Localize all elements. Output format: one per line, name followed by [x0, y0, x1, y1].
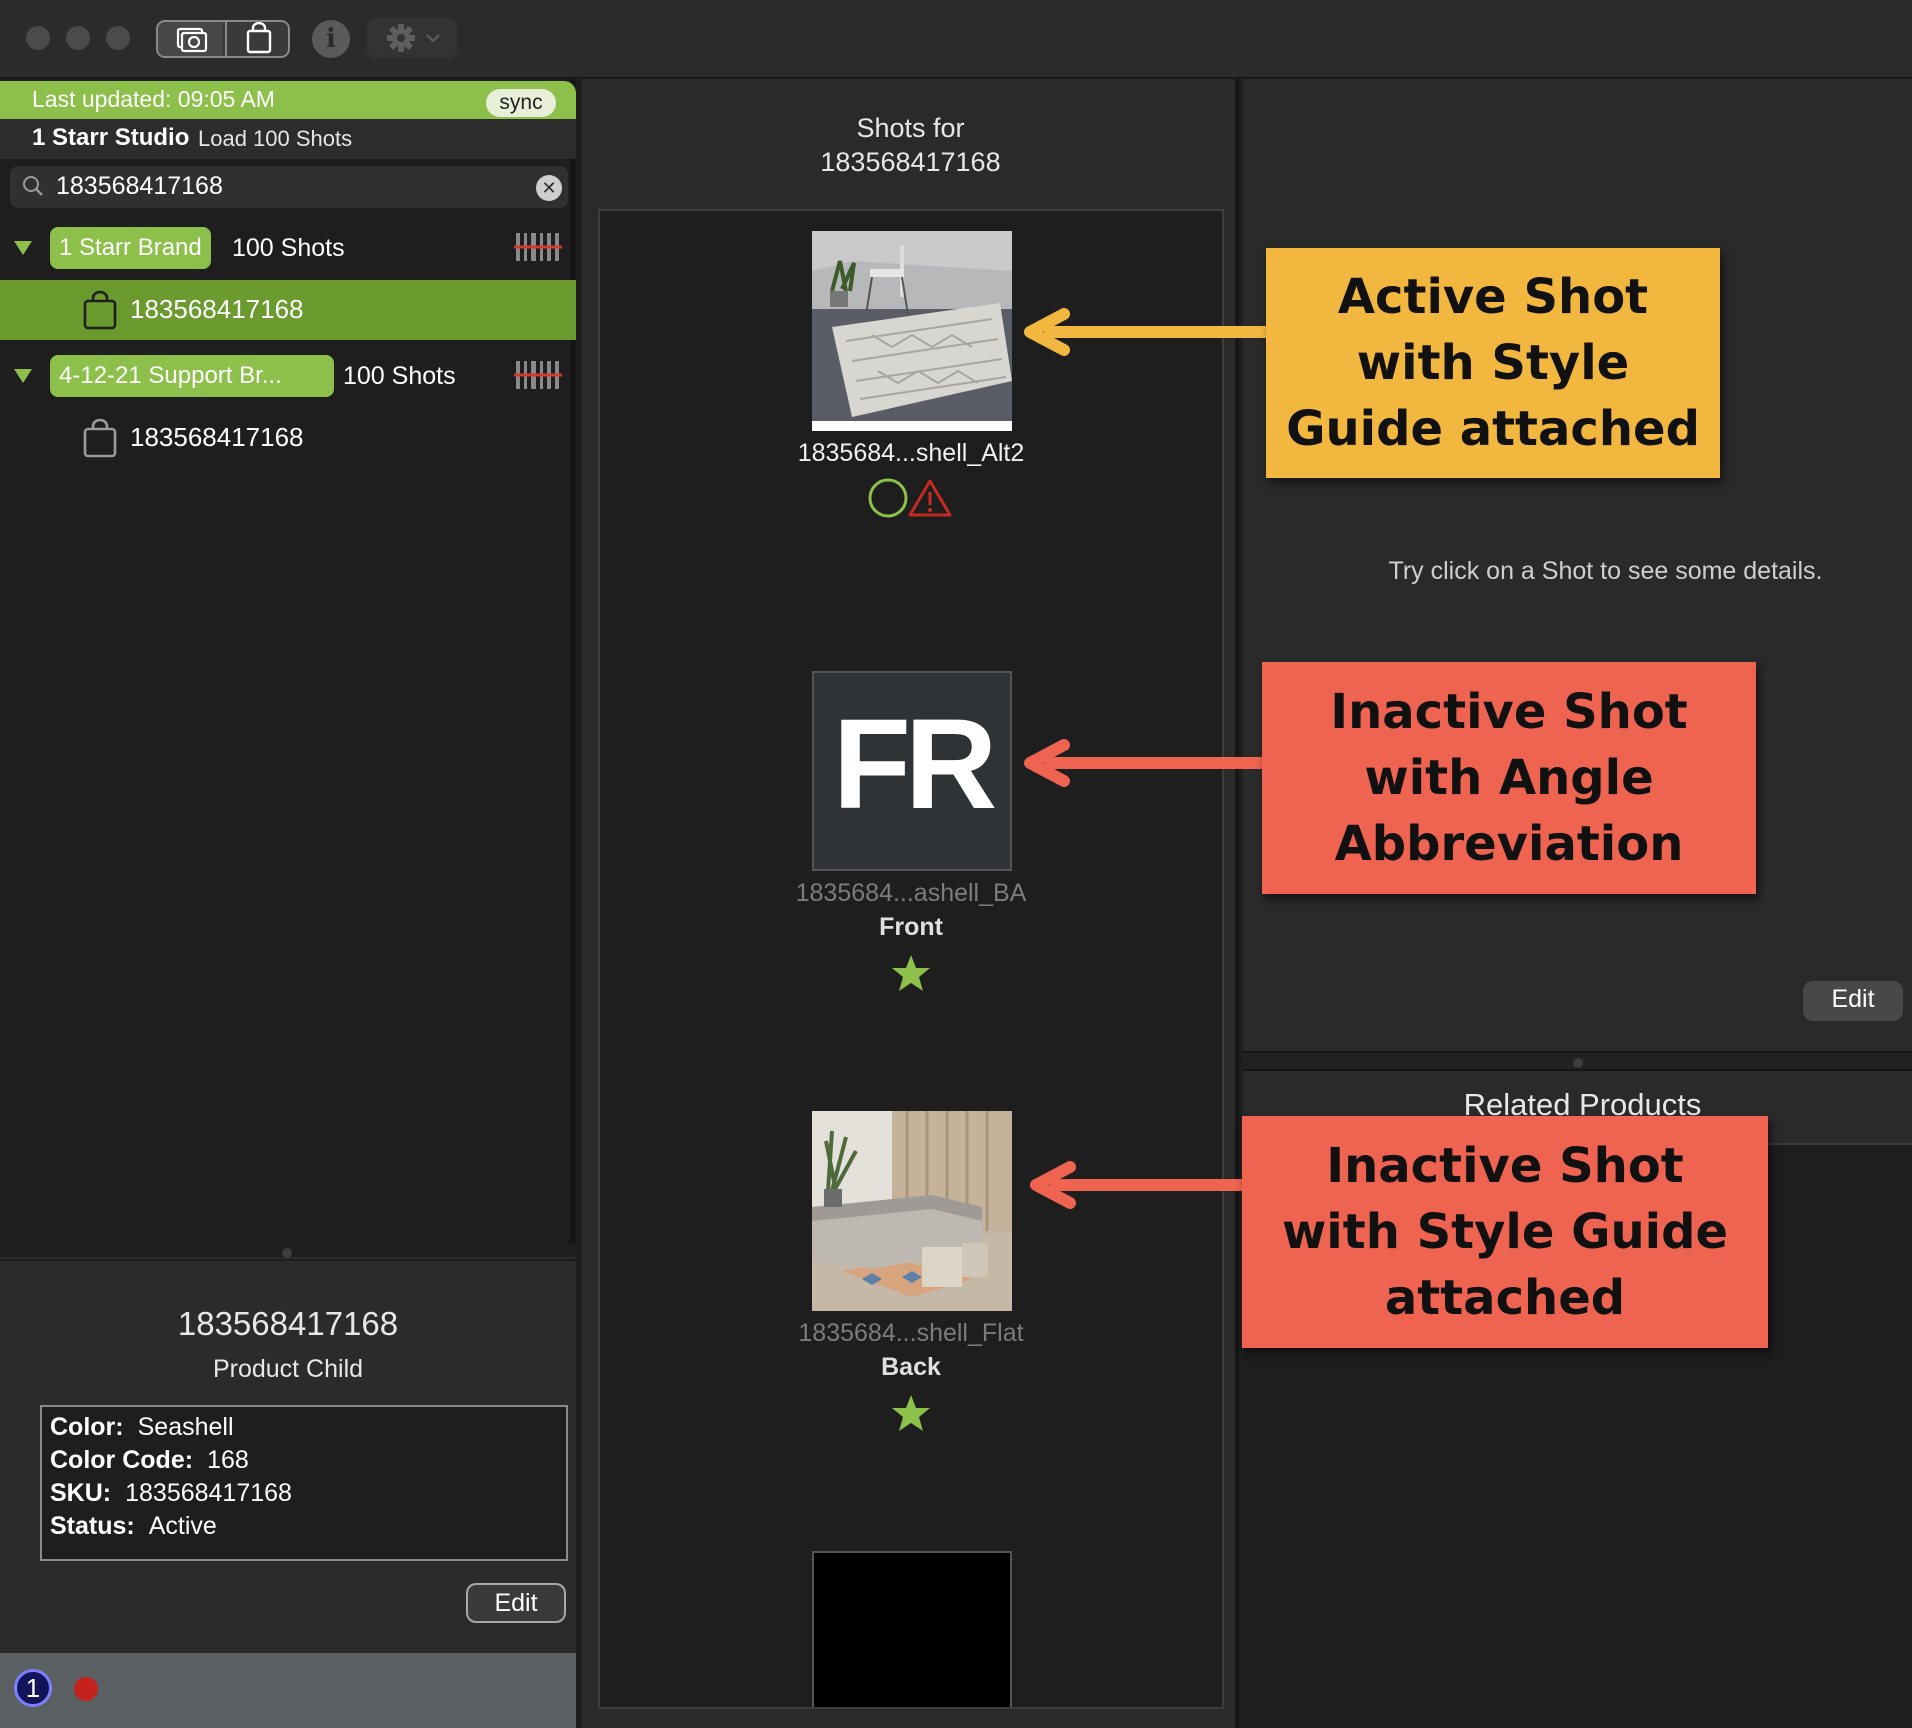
callout-inactive-style: Inactive Shot with Style Guide attached — [1242, 1116, 1768, 1348]
recording-indicator-icon — [74, 1677, 98, 1701]
property-row: Status: Active — [50, 1512, 217, 1540]
shot-thumbnail-sofa[interactable] — [812, 1111, 1012, 1311]
brand-shot-count: 100 Shots — [343, 362, 456, 390]
callout-line: Guide attached — [1286, 401, 1700, 457]
property-row: SKU: 183568417168 — [50, 1479, 292, 1507]
shot-details-hint: Try click on a Shot to see some details. — [1388, 557, 1823, 585]
shot-status-icons — [868, 478, 952, 518]
search-input[interactable]: 183568417168 — [56, 172, 223, 201]
zoom-window-button[interactable] — [106, 26, 130, 50]
product-detail-title: 183568417168 — [177, 1305, 399, 1342]
star-icon — [892, 1395, 930, 1431]
callout-line: Abbreviation — [1334, 816, 1684, 872]
rug-photo — [812, 231, 1012, 431]
status-bar: 1 — [0, 1653, 576, 1728]
product-child-row[interactable]: 183568417168 — [0, 408, 576, 468]
callout-line: Active Shot — [1337, 269, 1649, 325]
warning-icon — [908, 479, 952, 517]
brand-name: 4-12-21 Support Br... — [50, 355, 334, 397]
brand-shot-count: 100 Shots — [232, 234, 345, 262]
studio-row: 1 Starr Studio Load 100 Shots — [0, 119, 576, 159]
shot-thumbnail-empty[interactable] — [812, 1551, 1012, 1707]
sync-button[interactable]: sync — [486, 89, 556, 117]
shots-grid: 1835684...shell_Alt2 FR 1835684...ashell… — [598, 209, 1224, 1709]
gear-icon — [387, 24, 415, 52]
settings-menu-button[interactable] — [367, 18, 457, 58]
product-child-label: 183568417168 — [130, 422, 304, 452]
search-field[interactable]: 183568417168 ✕ — [10, 166, 568, 208]
sidebar: Last updated: 09:05 AM sync 1 Starr Stud… — [0, 79, 576, 1728]
callout-line: with Style — [1356, 335, 1630, 391]
products-view-button[interactable] — [225, 22, 288, 56]
star-icon — [892, 955, 930, 991]
search-icon — [23, 176, 43, 196]
brand-row[interactable]: 4-12-21 Support Br... 100 Shots — [0, 347, 576, 407]
product-detail-panel: 183568417168 Product Child Color: Seashel… — [0, 1261, 576, 1653]
disclosure-triangle-icon[interactable] — [14, 369, 32, 383]
product-child-row-selected[interactable]: 183568417168 — [0, 280, 576, 340]
chevron-down-icon — [426, 34, 440, 43]
right-split-handle[interactable] — [1243, 1051, 1912, 1071]
shot-thumbnail-rug[interactable] — [812, 231, 1012, 431]
shots-header-line1: Shots for — [856, 113, 965, 143]
callout-line: Inactive Shot — [1330, 684, 1688, 740]
shots-header-line2: 183568417168 — [820, 147, 1001, 177]
callout-inactive-angle: Inactive Shot with Angle Abbreviation — [1262, 662, 1756, 894]
camera-stack-icon — [176, 27, 208, 53]
shots-view-button[interactable] — [158, 22, 223, 56]
status-badge[interactable]: 1 — [14, 1669, 52, 1707]
shots-column: Shots for 183568417168 1835684...shell_A… — [582, 79, 1239, 1728]
product-properties-box: Color: Seashell Color Code: 168 SKU: 183568… — [40, 1405, 568, 1561]
property-row: Color Code: 168 — [50, 1446, 249, 1474]
edit-product-button[interactable]: Edit — [466, 1583, 566, 1623]
info-icon: i — [326, 24, 336, 54]
shots-header: Shots for 183568417168 — [582, 111, 1239, 179]
sidebar-split-handle[interactable] — [0, 1243, 576, 1259]
clear-search-icon[interactable]: ✕ — [536, 175, 562, 201]
product-detail-subtitle: Product Child — [212, 1355, 364, 1383]
shopping-bag-icon — [83, 290, 117, 330]
shot-angle: Back — [881, 1353, 941, 1381]
product-child-label: 183568417168 — [130, 294, 304, 324]
close-window-button[interactable] — [26, 26, 50, 50]
shopping-bag-icon — [83, 418, 117, 458]
callout-line: with Angle — [1364, 750, 1654, 806]
brand-row[interactable]: 1 Starr Brand 100 Shots — [0, 219, 576, 279]
brand-name: 1 Starr Brand — [50, 227, 211, 269]
property-row: Color: Seashell — [50, 1413, 234, 1441]
disclosure-triangle-icon[interactable] — [14, 241, 32, 255]
callout-line: attached — [1384, 1270, 1626, 1326]
active-circle-icon — [868, 478, 908, 518]
shot-thumbnail-abbreviation[interactable]: FR — [812, 671, 1012, 871]
info-button[interactable]: i — [312, 20, 350, 58]
sync-status-bar: Last updated: 09:05 AM sync — [0, 81, 576, 119]
callout-line: Inactive Shot — [1326, 1138, 1684, 1194]
edit-shot-button[interactable]: Edit — [1803, 981, 1903, 1021]
shot-name: 1835684...ashell_BA — [795, 879, 1027, 907]
callout-active-shot: Active Shot with Style Guide attached — [1266, 248, 1720, 478]
shopping-bag-icon — [246, 22, 272, 54]
shot-name: 1835684...shell_Flat — [798, 1319, 1024, 1347]
window-toolbar: i — [0, 0, 1912, 78]
shot-name: 1835684...shell_Alt2 — [797, 439, 1025, 467]
minimize-window-button[interactable] — [66, 26, 90, 50]
view-mode-segmented-control[interactable] — [156, 20, 290, 58]
shot-details-panel: Try click on a Shot to see some details.… — [1243, 79, 1912, 1051]
studio-name: 1 Starr Studio — [32, 124, 190, 151]
shot-angle: Front — [879, 913, 943, 941]
barcode-icon[interactable] — [514, 231, 562, 263]
sofa-photo — [812, 1111, 1012, 1311]
angle-abbreviation: FR — [832, 693, 998, 836]
load-shots-link[interactable]: Load 100 Shots — [198, 126, 352, 152]
callout-line: with Style Guide — [1281, 1204, 1729, 1260]
last-updated-label: Last updated: 09:05 AM — [32, 86, 275, 112]
barcode-icon[interactable] — [514, 359, 562, 391]
